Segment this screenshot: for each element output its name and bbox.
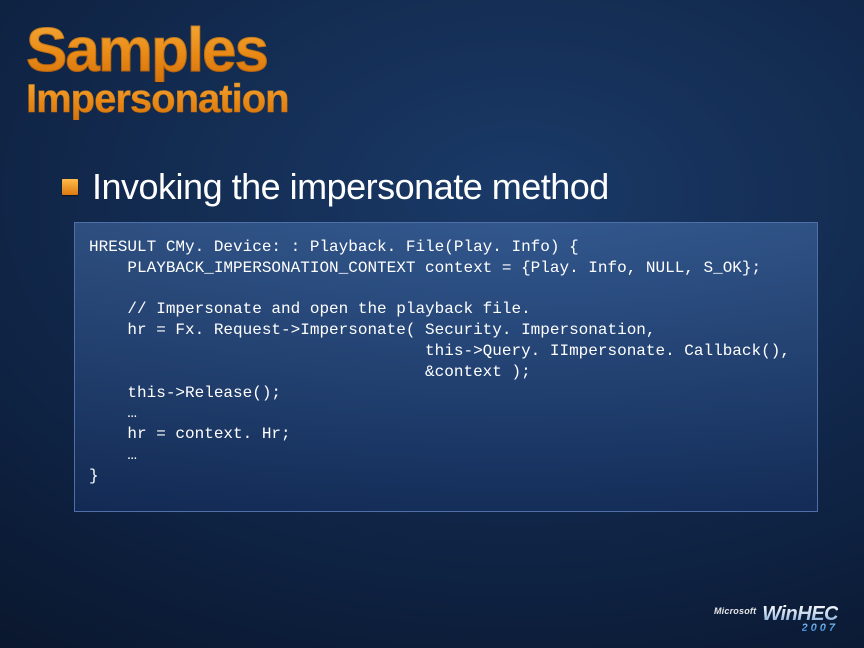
event-year: 2007 [802,623,838,634]
vendor-label: Microsoft [714,606,756,616]
bullet-text: Invoking the impersonate method [92,166,609,208]
event-logo: WinHEC 2007 [762,604,838,634]
slide: Samples Impersonation Invoking the imper… [0,0,864,648]
event-name: WinHEC [762,604,838,624]
footer-logo: Microsoft WinHEC 2007 [714,604,838,634]
code-sample: HRESULT CMy. Device: : Playback. File(Pl… [89,237,803,487]
slide-title: Samples [26,20,838,82]
bullet-row: Invoking the impersonate method [62,166,838,208]
code-sample-box: HRESULT CMy. Device: : Playback. File(Pl… [74,222,818,512]
square-bullet-icon [62,179,78,195]
slide-subtitle: Impersonation [26,78,838,120]
